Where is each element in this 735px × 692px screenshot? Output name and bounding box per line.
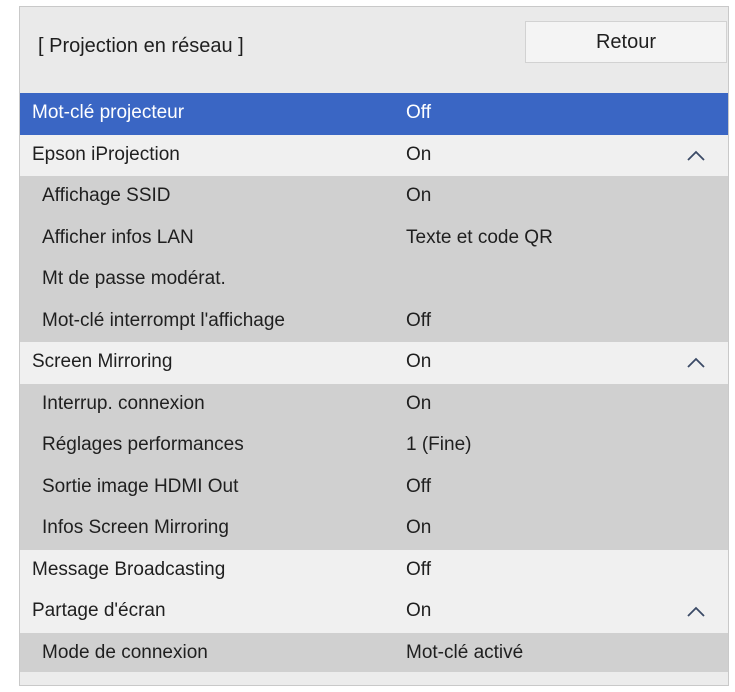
row-label: Sortie image HDMI Out: [42, 475, 239, 497]
page-title: [ Projection en réseau ]: [38, 35, 244, 57]
submenu-row[interactable]: Infos Screen Mirroring On: [20, 508, 728, 550]
menu-row[interactable]: Screen Mirroring On: [20, 342, 728, 384]
row-label: Mt de passe modérat.: [42, 268, 226, 289]
submenu-row[interactable]: Réglages performances 1 (Fine): [20, 425, 728, 467]
row-value: Off: [406, 558, 431, 580]
row-label: Interrup. connexion: [42, 392, 205, 414]
row-value: On: [406, 600, 432, 621]
row-value: Off: [406, 475, 431, 497]
row-label: Réglages performances: [42, 434, 244, 455]
submenu-row[interactable]: Afficher infos LAN Texte et code QR: [20, 217, 728, 259]
row-label: Message Broadcasting: [32, 558, 226, 580]
row-value: 1 (Fine): [406, 434, 472, 455]
submenu-row[interactable]: Sortie image HDMI Out Off: [20, 466, 728, 508]
menu-row[interactable]: Message Broadcasting Off: [20, 549, 728, 591]
row-label: Partage d'écran: [32, 600, 166, 621]
menu-row[interactable]: Mot-clé projecteur Off: [20, 93, 728, 135]
back-button[interactable]: Retour: [525, 21, 727, 63]
panel-header: [ Projection en réseau ] Retour: [20, 7, 728, 93]
menu-row[interactable]: Epson iProjection On: [20, 134, 728, 176]
submenu-row[interactable]: Mt de passe modérat.: [20, 259, 728, 301]
row-label: Epson iProjection: [32, 143, 180, 165]
chevron-up-icon[interactable]: [686, 149, 706, 163]
row-value: On: [406, 517, 432, 538]
row-value: On: [406, 392, 432, 414]
row-value: Texte et code QR: [406, 226, 553, 248]
settings-list: Mot-clé projecteur Off Epson iProjection On…: [20, 93, 728, 674]
submenu-row[interactable]: Affichage SSID On: [20, 176, 728, 218]
settings-panel: [ Projection en réseau ] Retour Mot-clé …: [19, 6, 729, 686]
submenu-row[interactable]: Mode de connexion Mot-clé activé: [20, 632, 728, 674]
chevron-up-icon[interactable]: [686, 605, 706, 619]
panel-footer: [20, 672, 728, 685]
row-value: Off: [406, 309, 431, 331]
row-label: Screen Mirroring: [32, 351, 173, 372]
row-value: Off: [406, 102, 431, 123]
row-value: On: [406, 351, 432, 372]
row-label: Mot-clé projecteur: [32, 102, 185, 123]
menu-row[interactable]: Partage d'écran On: [20, 591, 728, 633]
row-value: On: [406, 143, 432, 165]
row-value: On: [406, 185, 432, 206]
chevron-up-icon[interactable]: [686, 356, 706, 370]
row-label: Afficher infos LAN: [42, 226, 194, 248]
row-label: Infos Screen Mirroring: [42, 517, 229, 538]
row-label: Mot-clé interrompt l'affichage: [42, 309, 285, 331]
row-label: Affichage SSID: [42, 185, 171, 206]
submenu-row[interactable]: Interrup. connexion On: [20, 383, 728, 425]
row-label: Mode de connexion: [42, 641, 208, 663]
row-value: Mot-clé activé: [406, 641, 524, 663]
submenu-row[interactable]: Mot-clé interrompt l'affichage Off: [20, 300, 728, 342]
